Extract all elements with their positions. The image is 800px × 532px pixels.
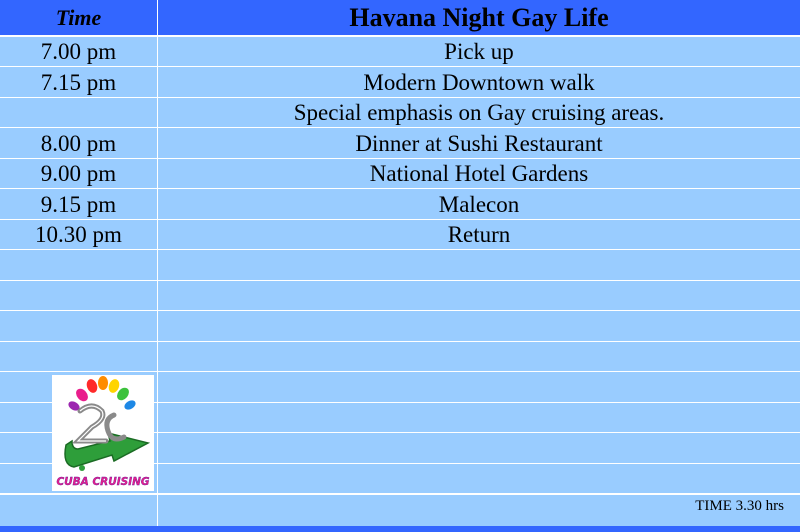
- schedule-activity: National Hotel Gardens: [369, 161, 589, 186]
- empty-row: [0, 281, 800, 311]
- schedule-activity: Modern Downtown walk: [363, 69, 595, 95]
- schedule-activity: Special emphasis on Gay cruising areas.: [293, 100, 665, 125]
- logo-graphic: CUBA CRUISING: [56, 376, 150, 488]
- tour-title: Havana Night Gay Life: [349, 2, 609, 32]
- schedule-time: 10.30 pm: [35, 222, 122, 247]
- logo-wordmark: CUBA CRUISING: [56, 476, 149, 488]
- schedule-row: 7.00 pm Pick up: [0, 37, 800, 67]
- schedule-time: 7.00 pm: [40, 39, 117, 64]
- schedule-activity: Dinner at Sushi Restaurant: [355, 130, 603, 156]
- schedule-time: 8.00 pm: [40, 130, 117, 156]
- total-duration: TIME 3.30 hrs: [695, 498, 784, 514]
- empty-row: [0, 251, 800, 281]
- rainbow-rays-icon: [68, 376, 136, 411]
- wheel-dot: [79, 465, 85, 471]
- cuba-cruising-logo-icon: CUBA CRUISING: [52, 375, 154, 491]
- schedule-time: 9.15 pm: [40, 191, 117, 217]
- time-column-header: Time: [55, 4, 102, 30]
- schedule-row: 10.30 pm Return: [0, 220, 800, 250]
- table-header: Time Havana Night Gay Life: [0, 0, 800, 37]
- schedule-row: 9.15 pm Malecon: [0, 190, 800, 220]
- footer-row: TIME 3.30 hrs: [0, 494, 800, 527]
- schedule-row: 7.15 pm Modern Downtown walk: [0, 68, 800, 98]
- schedule-row: Special emphasis on Gay cruising areas.: [0, 98, 800, 128]
- empty-row: [0, 342, 800, 372]
- schedule-time: 7.15 pm: [40, 69, 117, 95]
- empty-row: [0, 312, 800, 342]
- schedule-activity: Return: [447, 222, 511, 247]
- schedule-time: 9.00 pm: [40, 161, 117, 186]
- schedule-row: 8.00 pm Dinner at Sushi Restaurant: [0, 129, 800, 159]
- schedule-row: 9.00 pm National Hotel Gardens: [0, 159, 800, 189]
- itinerary-sheet: Time Havana Night Gay Life 7.00 pm Pick u…: [0, 0, 800, 532]
- bottom-border-bar: [0, 526, 800, 532]
- schedule-activity: Malecon: [438, 191, 520, 217]
- column-divider: [157, 0, 158, 532]
- schedule-time: [0, 98, 157, 128]
- schedule-activity: Pick up: [444, 39, 514, 64]
